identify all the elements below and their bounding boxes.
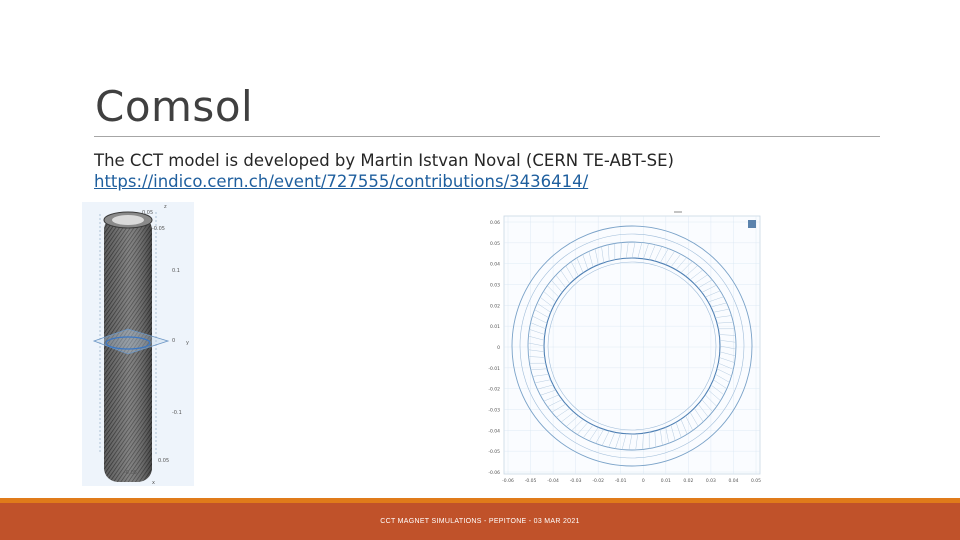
y-tick-label: 0: [497, 345, 500, 351]
y-tick-label: 0.02: [490, 303, 500, 309]
x-tick-label: -0.05: [525, 478, 537, 484]
y-tick-labels: 0.06 0.05 0.04 0.03 0.02 0.01 0 -0.01 -0.02 -0.03…: [488, 220, 500, 476]
y-tick-label: 0.06: [490, 220, 500, 226]
axis-label-8: z: [164, 204, 167, 210]
slide-title: Comsol: [95, 82, 254, 131]
x-tick-label: 0.01: [661, 478, 671, 484]
title-divider: [94, 136, 880, 137]
axis-label-5: -0.1: [172, 410, 182, 416]
coil-3d-figure: 0.05 -0.05 0.1 0 -0.1 0.05 -0.05 z y x: [82, 202, 194, 486]
axis-label-7: -0.05: [124, 470, 137, 476]
y-tick-label: -0.03: [488, 408, 500, 414]
axis-label-1: 0.05: [142, 210, 153, 216]
view-toggle-icon[interactable]: [748, 220, 756, 228]
x-tick-labels: -0.06 -0.05 -0.04 -0.03 -0.02 -0.01 0 0.01 0.02 0…: [502, 478, 761, 484]
x-tick-label: -0.03: [570, 478, 582, 484]
cross-section-svg: 0.06 0.05 0.04 0.03 0.02 0.01 0 -0.01 -0.02 -0.03…: [488, 211, 761, 484]
x-tick-label: 0.02: [683, 478, 693, 484]
x-tick-label: -0.04: [547, 478, 559, 484]
y-tick-label: 0.05: [490, 241, 500, 247]
axis-label-10: x: [152, 480, 155, 486]
y-tick-label: -0.01: [488, 366, 500, 372]
author-text: The CCT model is developed by Martin Ist…: [94, 151, 674, 170]
y-tick-label: 0.01: [490, 324, 500, 330]
coil-3d-svg: 0.05 -0.05 0.1 0 -0.1 0.05 -0.05 z y x: [82, 202, 194, 486]
y-tick-label: -0.04: [488, 428, 500, 434]
footer-text: CCT MAGNET SIMULATIONS - PEPITONE - 03 M…: [380, 518, 580, 525]
y-tick-label: 0.03: [490, 283, 500, 289]
axis-label-6: 0.05: [158, 458, 169, 464]
x-tick-label: -0.02: [592, 478, 604, 484]
x-tick-label: 0.04: [728, 478, 738, 484]
indico-link[interactable]: https://indico.cern.ch/event/727555/cont…: [94, 172, 588, 191]
axis-label-4: 0: [172, 338, 175, 344]
axis-label-9: y: [186, 340, 189, 346]
x-tick-label: -0.01: [615, 478, 627, 484]
axis-label-2: -0.05: [152, 226, 165, 232]
x-tick-label: -0.06: [502, 478, 514, 484]
axis-label-3: 0.1: [172, 268, 180, 274]
y-tick-label: -0.05: [488, 449, 500, 455]
x-tick-label: 0.05: [751, 478, 761, 484]
cross-section-figure: 0.06 0.05 0.04 0.03 0.02 0.01 0 -0.01 -0.02 -0.03…: [474, 210, 764, 486]
y-tick-label: -0.02: [488, 387, 500, 393]
y-tick-label: 0.04: [490, 262, 500, 268]
x-tick-label: 0: [642, 478, 645, 484]
x-tick-label: 0.03: [706, 478, 716, 484]
y-tick-label: -0.06: [488, 470, 500, 476]
